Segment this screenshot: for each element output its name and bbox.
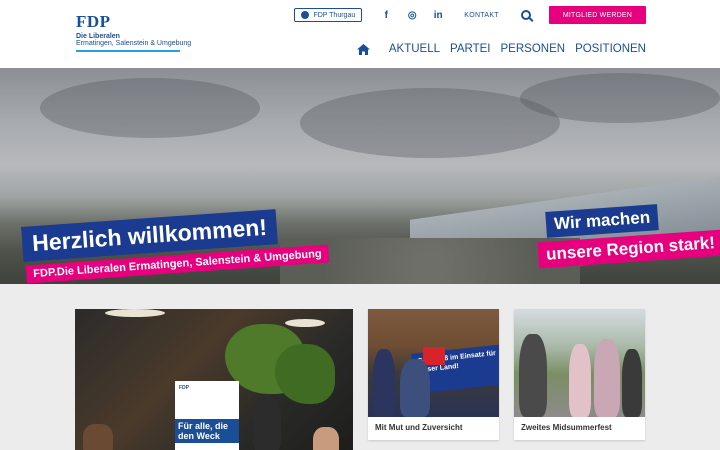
- nav-item-aktuell[interactable]: AKTUELL: [389, 43, 440, 55]
- poster-logo: FDP: [179, 385, 189, 391]
- poster: FDP Für alle, die den Weck: [175, 381, 239, 450]
- person: [373, 349, 395, 417]
- logo-line2: Ermatingen, Salenstein & Umgebung: [76, 40, 192, 47]
- become-member-button[interactable]: MITGLIED WERDEN: [548, 6, 646, 24]
- plant: [275, 344, 335, 404]
- top-bar: FDP Thurgau f ◎ in KONTAKT MITGLIED WERD…: [294, 6, 646, 24]
- region-label: FDP Thurgau: [313, 11, 356, 19]
- news-card-image: [514, 309, 645, 417]
- news-card[interactable]: Seit 1848 im Einsatz für unser Land! Mit…: [368, 309, 499, 440]
- person: [313, 427, 339, 450]
- person: [253, 397, 281, 450]
- person: [594, 339, 620, 417]
- logo[interactable]: FDP Die Liberalen Ermatingen, Salenstein…: [76, 12, 191, 52]
- logo-line1: Die Liberalen: [76, 33, 120, 40]
- nav-item-partei[interactable]: PARTEI: [450, 43, 490, 55]
- facebook-icon[interactable]: f: [380, 10, 392, 21]
- person: [83, 424, 113, 450]
- person: [622, 349, 642, 417]
- kontakt-link[interactable]: KONTAKT: [464, 12, 499, 19]
- nav-item-positionen[interactable]: POSITIONEN: [575, 43, 646, 55]
- lamp: [105, 309, 165, 317]
- lamp: [285, 319, 325, 327]
- region-link[interactable]: FDP Thurgau: [294, 8, 363, 22]
- search-icon[interactable]: [520, 10, 531, 20]
- news-card-title[interactable]: Mit Mut und Zuversicht: [368, 417, 499, 438]
- instagram-icon[interactable]: ◎: [406, 10, 418, 21]
- main-nav: AKTUELL PARTEI PERSONEN POSITIONEN: [356, 43, 646, 55]
- news-card[interactable]: Zweites Midsummerfest: [514, 309, 645, 440]
- nav-item-personen[interactable]: PERSONEN: [501, 43, 566, 55]
- person: [519, 334, 547, 417]
- cloud: [40, 78, 260, 138]
- site-header: FDP Die Liberalen Ermatingen, Salenstein…: [0, 0, 720, 68]
- person: [400, 359, 430, 417]
- swiss-flag: [423, 347, 445, 365]
- globe-icon: [301, 11, 310, 19]
- logo-brand: FDP: [76, 12, 111, 31]
- poster-text: Für alle, die den Weck: [175, 419, 239, 443]
- news-card-image: Seit 1848 im Einsatz für unser Land!: [368, 309, 499, 417]
- logo-underline: [76, 50, 180, 52]
- news-card-title[interactable]: Zweites Midsummerfest: [514, 417, 645, 438]
- cloud: [520, 73, 720, 123]
- linkedin-icon[interactable]: in: [432, 10, 444, 21]
- news-section: FDP Für alle, die den Weck Seit 1848 im …: [0, 284, 720, 450]
- home-icon[interactable]: [356, 43, 370, 55]
- featured-news-card[interactable]: FDP Für alle, die den Weck: [75, 309, 353, 450]
- person: [569, 344, 591, 417]
